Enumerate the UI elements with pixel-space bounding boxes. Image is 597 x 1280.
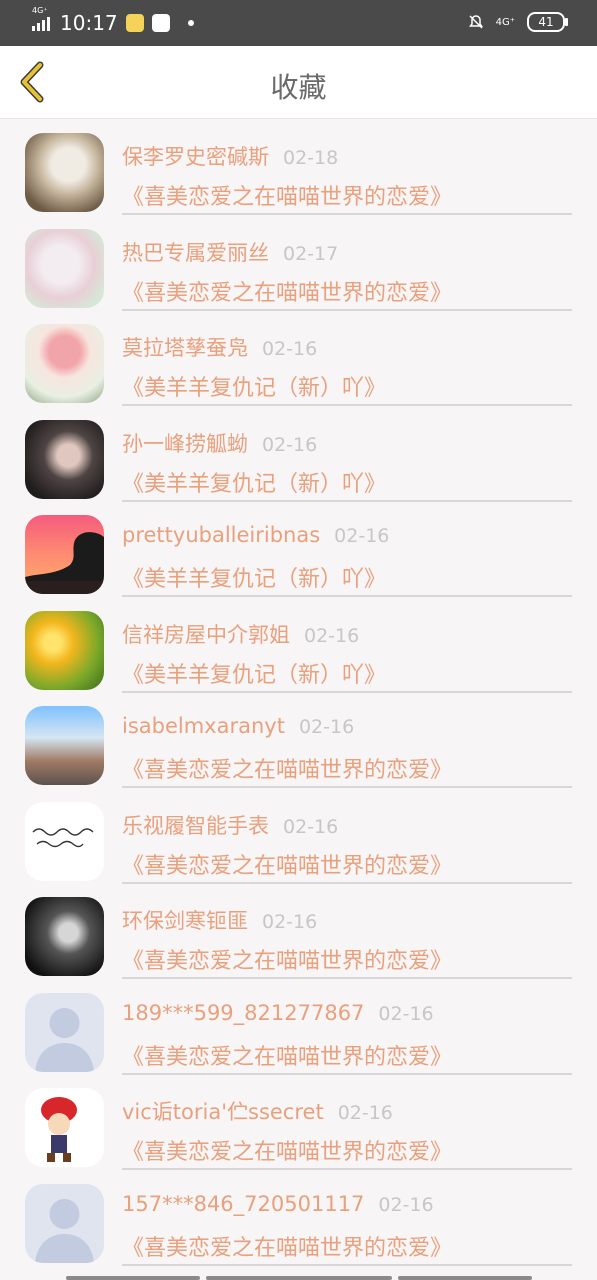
list-item[interactable]: 莫拉塔孳蚕凫 02-16 《美羊羊复仇记（新）吖》: [0, 310, 597, 406]
work-title[interactable]: 《美羊羊复仇记（新）吖》: [122, 561, 386, 593]
work-title[interactable]: 《喜美恋爱之在喵喵世界的恋爱》: [122, 752, 452, 784]
date-label: 02-16: [378, 1193, 434, 1216]
status-time: 10:17: [60, 11, 118, 35]
default-avatar-icon: [35, 1007, 94, 1072]
user-name: 热巴专属爱丽丝 02-17: [122, 240, 339, 265]
status-left: 4G⁺ 10:17: [32, 6, 194, 35]
list-item[interactable]: prettyuballeiribnas 02-16 《美羊羊复仇记（新）吖》: [0, 501, 597, 597]
avatar[interactable]: [25, 515, 104, 594]
avatar[interactable]: [25, 801, 104, 881]
work-title[interactable]: 《喜美恋爱之在喵喵世界的恋爱》: [122, 1039, 452, 1071]
user-name: 莫拉塔孳蚕凫 02-16: [122, 336, 318, 360]
default-avatar-icon: [35, 1198, 94, 1263]
list-item[interactable]: 乐视履智能手表 02-16 《喜美恋爱之在喵喵世界的恋爱》: [0, 788, 597, 884]
list-item[interactable]: 保李罗史密碱斯 02-18 《喜美恋爱之在喵喵世界的恋爱》: [0, 119, 597, 215]
avatar[interactable]: [25, 133, 104, 212]
list-item[interactable]: isabelmxaranyt 02-16 《喜美恋爱之在喵喵世界的恋爱》: [0, 692, 597, 788]
list-item[interactable]: 189***599_821277867 02-16 《喜美恋爱之在喵喵世界的恋爱》: [0, 979, 597, 1075]
work-title[interactable]: 《喜美恋爱之在喵喵世界的恋爱》: [122, 1134, 452, 1166]
date-label: 02-16: [304, 624, 360, 647]
date-label: 02-17: [283, 242, 339, 265]
avatar[interactable]: [25, 610, 104, 690]
work-title[interactable]: 《喜美恋爱之在喵喵世界的恋爱》: [122, 943, 452, 975]
avatar[interactable]: [25, 897, 104, 976]
network-type-label: 4G⁺: [32, 6, 48, 15]
user-name: 环保剑寒钷匪 02-16: [122, 909, 318, 933]
tab-indicator[interactable]: [206, 1276, 392, 1280]
user-name: 189***599_821277867 02-16: [122, 1000, 434, 1025]
divider: [122, 1263, 572, 1266]
work-title[interactable]: 《喜美恋爱之在喵喵世界的恋爱》: [122, 275, 452, 307]
avatar[interactable]: [25, 706, 104, 785]
avatar[interactable]: [25, 1088, 104, 1167]
date-label: 02-16: [337, 1102, 393, 1124]
status-bar: 4G⁺ 10:17 4G⁺ 41: [0, 0, 597, 46]
list-item[interactable]: 157***846_720501117 02-16 《喜美恋爱之在喵喵世界的恋爱》: [0, 1170, 597, 1266]
avatar[interactable]: [25, 228, 104, 308]
list-item[interactable]: 信祥房屋中介郭姐 02-16 《美羊羊复仇记（新）吖》: [0, 597, 597, 693]
signal-icon: 4G⁺: [32, 6, 50, 31]
bottom-tab-strip: [66, 1276, 536, 1280]
list-item[interactable]: vic诟toria'伫ssecret 02-16 《喜美恋爱之在喵喵世界的恋爱》: [0, 1074, 597, 1170]
tab-indicator[interactable]: [66, 1276, 200, 1280]
date-label: 02-16: [262, 338, 318, 360]
message-icon: [151, 14, 170, 32]
mute-bell-icon: [468, 14, 484, 30]
work-title[interactable]: 《喜美恋爱之在喵喵世界的恋爱》: [122, 179, 452, 211]
nav-header: 收藏: [0, 46, 597, 119]
date-label: 02-16: [334, 525, 390, 547]
battery-icon: 41: [527, 12, 568, 32]
date-label: 02-16: [378, 1002, 434, 1025]
work-title[interactable]: 《美羊羊复仇记（新）吖》: [122, 370, 386, 402]
work-title[interactable]: 《美羊羊复仇记（新）吖》: [122, 657, 386, 689]
notification-app-icon: [125, 14, 144, 32]
date-label: 02-16: [283, 815, 339, 838]
user-name: 乐视履智能手表 02-16: [122, 813, 339, 838]
list-item[interactable]: 孙一峰捞觚蚴 02-16 《美羊羊复仇记（新）吖》: [0, 406, 597, 502]
avatar[interactable]: [25, 1183, 104, 1263]
avatar[interactable]: [25, 324, 104, 403]
work-title[interactable]: 《美羊羊复仇记（新）吖》: [122, 466, 386, 498]
user-name: isabelmxaranyt 02-16: [122, 714, 355, 738]
user-name: vic诟toria'伫ssecret 02-16: [122, 1100, 393, 1124]
work-title[interactable]: 《喜美恋爱之在喵喵世界的恋爱》: [122, 1230, 452, 1262]
date-label: 02-16: [262, 911, 318, 933]
user-name: 孙一峰捞觚蚴 02-16: [122, 431, 318, 456]
tab-indicator[interactable]: [398, 1276, 532, 1280]
date-label: 02-18: [283, 147, 339, 169]
user-name: 信祥房屋中介郭姐 02-16: [122, 622, 360, 647]
user-name: 157***846_720501117 02-16: [122, 1191, 434, 1216]
list-item[interactable]: 热巴专属爱丽丝 02-17 《喜美恋爱之在喵喵世界的恋爱》: [0, 215, 597, 311]
page-title: 收藏: [270, 71, 327, 104]
list-item[interactable]: 环保剑寒钷匪 02-16 《喜美恋爱之在喵喵世界的恋爱》: [0, 883, 597, 979]
user-name: 保李罗史密碱斯 02-18: [122, 145, 339, 169]
avatar[interactable]: [25, 419, 104, 499]
status-right: 4G⁺ 41: [468, 12, 568, 32]
user-name: prettyuballeiribnas 02-16: [122, 523, 390, 547]
date-label: 02-16: [262, 433, 318, 456]
date-label: 02-16: [298, 716, 355, 738]
work-title[interactable]: 《喜美恋爱之在喵喵世界的恋爱》: [122, 848, 452, 880]
notification-dot-icon: [187, 20, 194, 26]
network-type-right: 4G⁺: [495, 16, 515, 28]
favorites-list: 保李罗史密碱斯 02-18 《喜美恋爱之在喵喵世界的恋爱》 热巴专属爱丽丝 02-1…: [0, 119, 597, 1266]
avatar[interactable]: [25, 992, 104, 1072]
